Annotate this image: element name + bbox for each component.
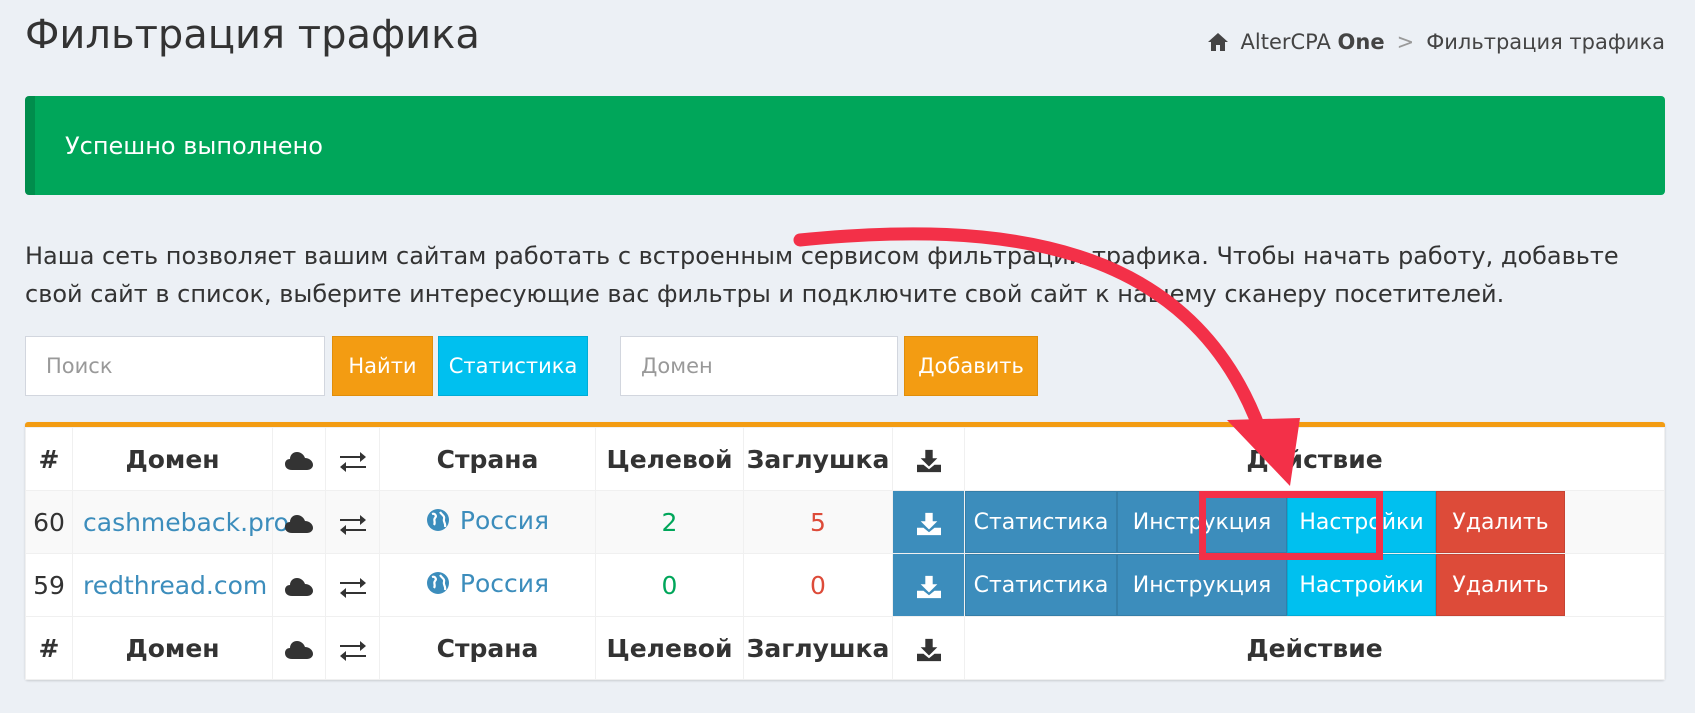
table-header: # Домен Страна Целевой Заглушка Действие: [25, 427, 1665, 491]
success-alert: Успешно выполнено: [25, 96, 1665, 195]
stub-count: 0: [743, 553, 893, 617]
col-action: Действие: [964, 427, 1665, 491]
stats-button[interactable]: Статистика: [965, 554, 1117, 616]
intro-text: Наша сеть позволяет вашим сайтам работат…: [25, 242, 1619, 308]
col-target: Целевой: [595, 427, 744, 491]
domain-input[interactable]: [620, 336, 898, 396]
col-domain: Домен: [72, 616, 273, 680]
table-footer: # Домен Страна Целевой Заглушка Действие: [25, 616, 1665, 680]
col-stub: Заглушка: [743, 427, 893, 491]
stats-button[interactable]: Статистика: [438, 336, 588, 396]
country-link[interactable]: Россия: [426, 506, 549, 535]
col-stub: Заглушка: [743, 616, 893, 680]
col-cloud: [272, 616, 326, 680]
cloud-icon[interactable]: [284, 575, 314, 599]
alert-text: Успешно выполнено: [65, 131, 323, 160]
settings-button[interactable]: Настройки: [1287, 491, 1436, 553]
col-cloud: [272, 427, 326, 491]
col-target: Целевой: [595, 616, 744, 680]
instruction-button[interactable]: Инструкция: [1117, 491, 1287, 553]
col-download: [892, 427, 965, 491]
download-button[interactable]: [892, 490, 965, 554]
col-action: Действие: [964, 616, 1665, 680]
col-num: #: [25, 616, 73, 680]
country-link[interactable]: Россия: [426, 569, 549, 598]
domain-link[interactable]: redthread.com: [83, 571, 267, 600]
download-icon: [916, 449, 941, 472]
globe-icon: [426, 509, 449, 532]
row-actions: Статистика Инструкция Настройки Удалить: [965, 554, 1664, 616]
page-title: Фильтрация трафика: [25, 12, 480, 58]
home-icon[interactable]: [1207, 32, 1229, 52]
cloud-icon: [285, 640, 313, 659]
find-button[interactable]: Найти: [332, 336, 433, 396]
row-actions: Статистика Инструкция Настройки Удалить: [965, 491, 1664, 553]
exchange-icon: [339, 640, 366, 661]
col-num: #: [25, 427, 73, 491]
cloud-icon[interactable]: [284, 512, 314, 536]
col-country: Страна: [379, 616, 596, 680]
domains-table-box: # Домен Страна Целевой Заглушка Действие…: [25, 422, 1665, 680]
breadcrumb-brand[interactable]: AlterCPA One: [1241, 30, 1385, 54]
globe-icon: [426, 572, 449, 595]
row-id: 59: [25, 553, 73, 617]
breadcrumb-current: Фильтрация трафика: [1426, 30, 1665, 54]
table-row: 59 redthread.com Россия 0 0 Статистика И…: [25, 553, 1665, 617]
instruction-button[interactable]: Инструкция: [1117, 554, 1287, 616]
domains-table: # Домен Страна Целевой Заглушка Действие…: [25, 427, 1665, 680]
cloud-icon: [285, 451, 313, 470]
col-country: Страна: [379, 427, 596, 491]
delete-button[interactable]: Удалить: [1436, 554, 1565, 616]
col-exchange: [325, 427, 380, 491]
settings-button[interactable]: Настройки: [1287, 554, 1436, 616]
stub-count: 5: [743, 490, 893, 554]
target-count: 0: [595, 553, 744, 617]
search-input[interactable]: [25, 336, 325, 396]
download-icon: [916, 575, 941, 598]
table-row: 60 cashmeback.pro Россия 2 5 Статистика …: [25, 490, 1665, 554]
download-icon: [916, 512, 941, 535]
delete-button[interactable]: Удалить: [1436, 491, 1565, 553]
stats-button[interactable]: Статистика: [965, 491, 1117, 553]
row-id: 60: [25, 490, 73, 554]
download-button[interactable]: [892, 553, 965, 617]
breadcrumb-separator: >: [1396, 30, 1415, 54]
domain-link[interactable]: cashmeback.pro: [83, 508, 289, 537]
exchange-icon[interactable]: [338, 512, 368, 536]
exchange-icon: [339, 451, 366, 472]
download-icon: [916, 638, 941, 661]
col-download: [892, 616, 965, 680]
add-button[interactable]: Добавить: [904, 336, 1038, 396]
exchange-icon[interactable]: [338, 575, 368, 599]
col-exchange: [325, 616, 380, 680]
col-domain: Домен: [72, 427, 273, 491]
breadcrumb: AlterCPA One > Фильтрация трафика: [1207, 30, 1665, 54]
target-count: 2: [595, 490, 744, 554]
